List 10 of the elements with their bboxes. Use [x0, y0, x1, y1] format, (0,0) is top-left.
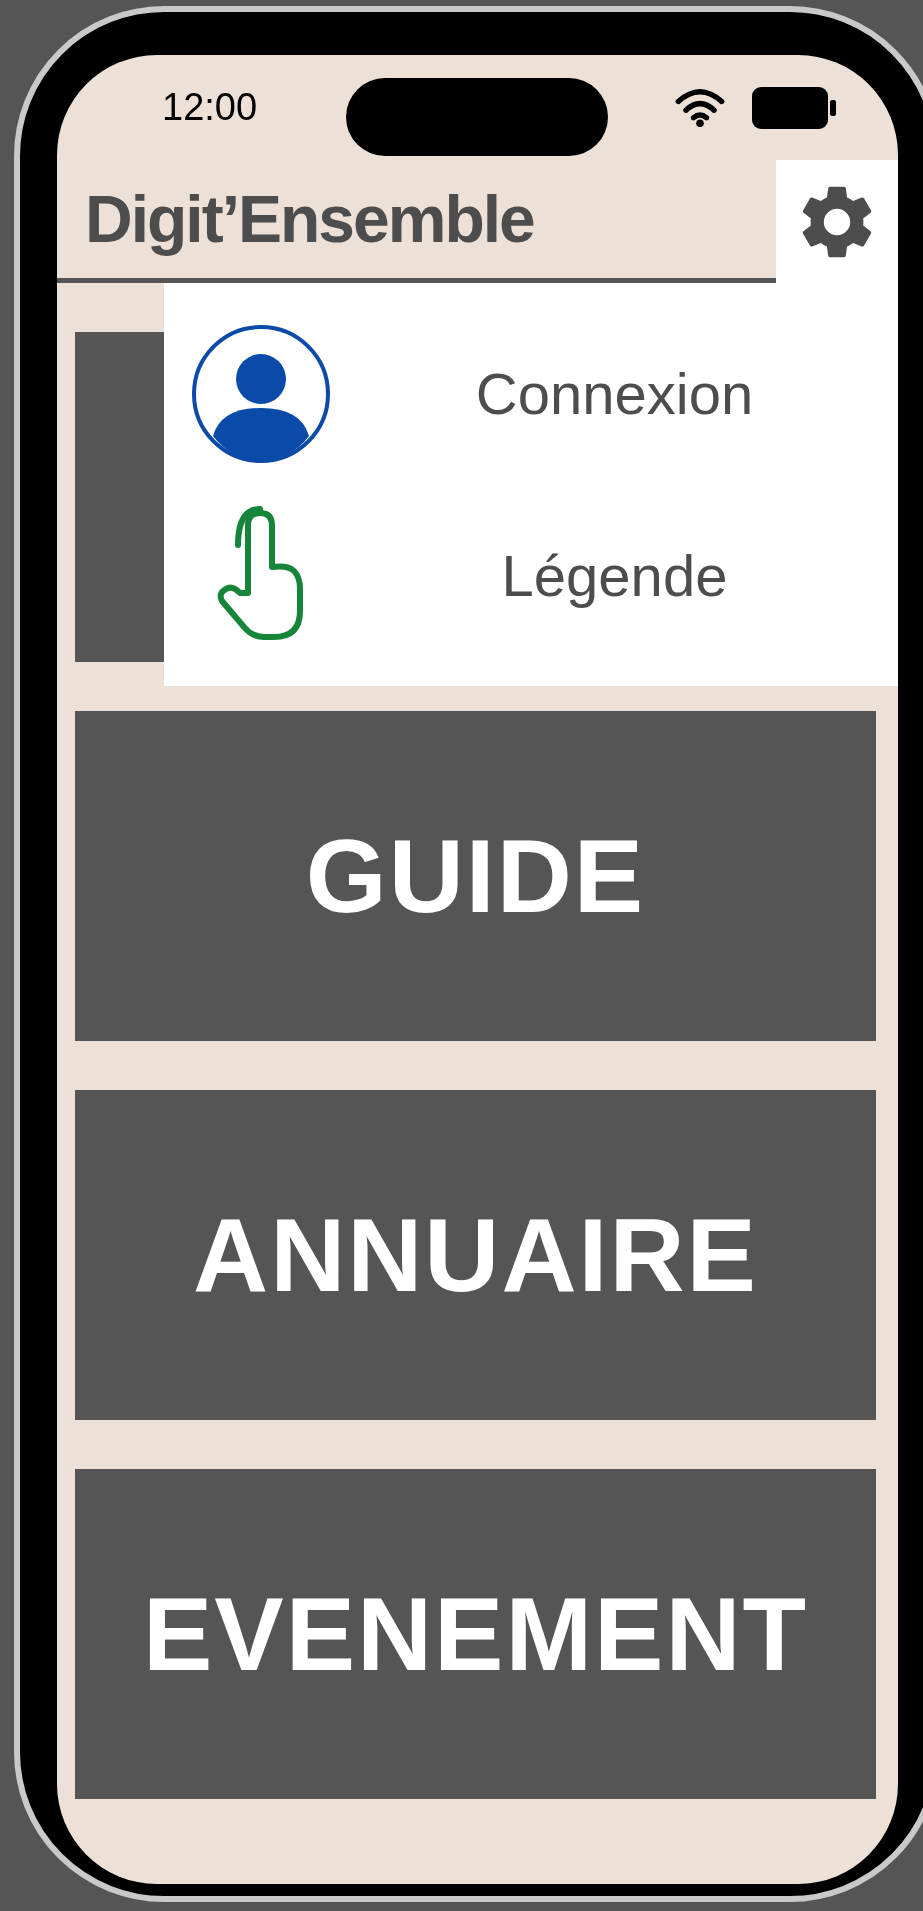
menu-tile[interactable]: EVENEMENT — [75, 1469, 876, 1799]
login-link[interactable]: Connexion — [331, 360, 898, 428]
status-time: 12:00 — [162, 86, 258, 129]
user-avatar-icon — [191, 323, 331, 464]
battery-icon — [752, 86, 836, 129]
legend-link[interactable]: Légende — [331, 541, 898, 609]
menu-tile[interactable]: GUIDE — [75, 711, 876, 1041]
app-title: Digit’Ensemble — [85, 181, 534, 257]
wifi-icon — [674, 87, 726, 128]
menu-tile[interactable]: ANNUAIRE — [75, 1090, 876, 1420]
